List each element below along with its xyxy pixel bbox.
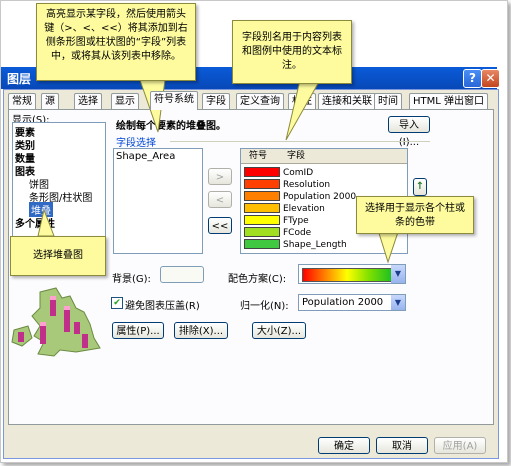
callout-stacked: 选择堆叠图 xyxy=(10,236,106,276)
callout-field-alias: 字段别名用于内容列表和图例中使用的文本标注。 xyxy=(232,20,352,84)
callout-color-ramp: 选择用于显示各个柱或条的色带 xyxy=(356,196,474,234)
tab-symbology[interactable]: 符号系统 xyxy=(150,91,198,110)
callout-field-arrows: 高亮显示某字段，然后使用箭头键（>、<、<<）将其添加到右侧条形图或柱状图的“字… xyxy=(36,3,196,81)
